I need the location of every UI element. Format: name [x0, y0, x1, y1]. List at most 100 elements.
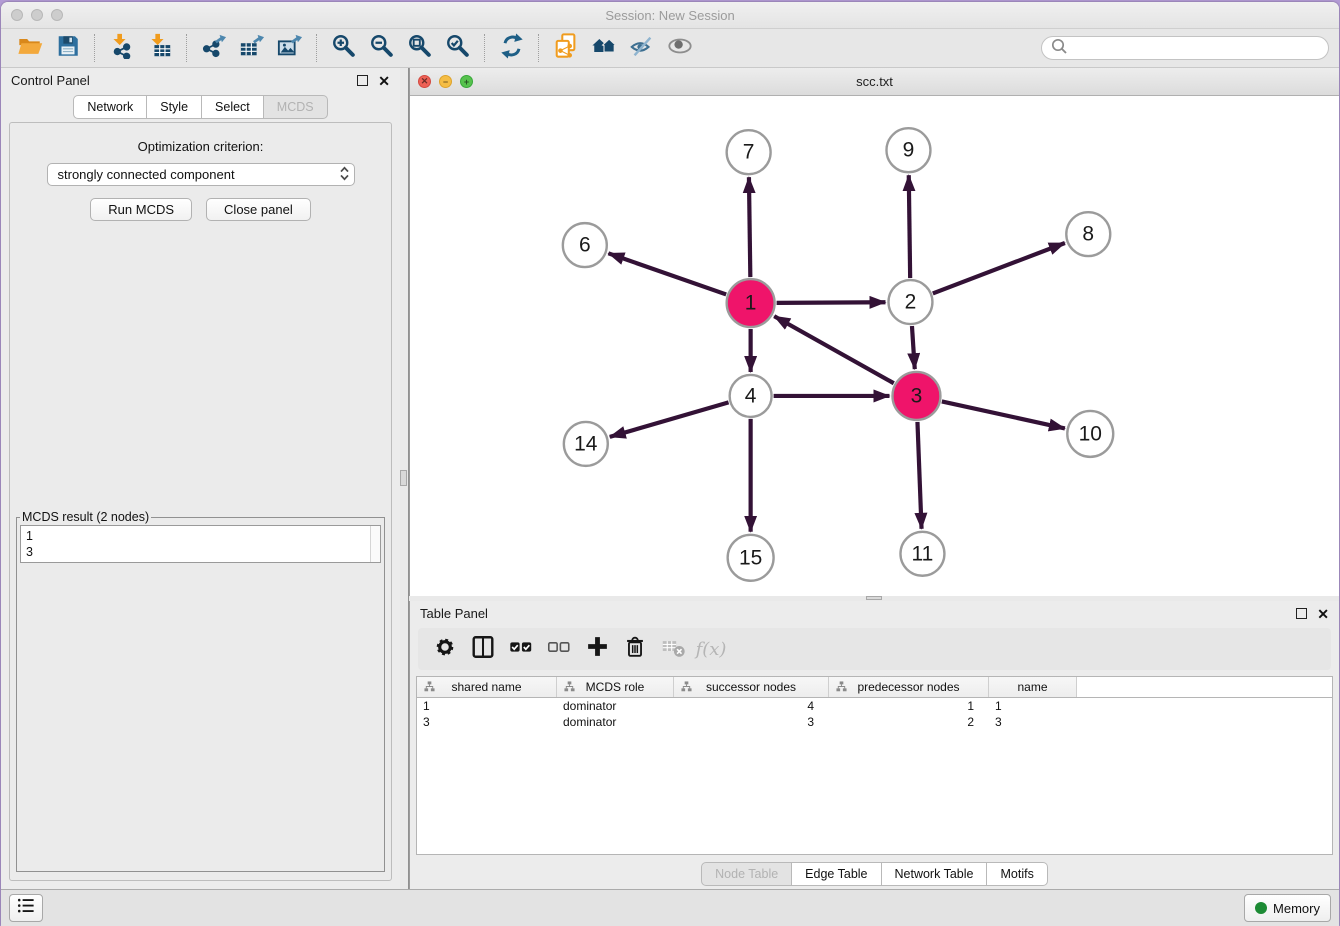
- hide-annotations-button[interactable]: [626, 32, 658, 64]
- graph-edge-1-7[interactable]: [749, 177, 750, 277]
- column-header-successor-nodes[interactable]: successor nodes: [674, 677, 829, 697]
- zoom-out-button[interactable]: [366, 32, 398, 64]
- gear-button[interactable]: [430, 634, 460, 664]
- graph-node-4[interactable]: 4: [730, 375, 772, 417]
- column-header-name[interactable]: name: [989, 677, 1077, 697]
- export-table-button[interactable]: [236, 32, 268, 64]
- cell-shared-name[interactable]: 1: [417, 698, 557, 714]
- memory-button[interactable]: Memory: [1244, 894, 1331, 922]
- save-session-button[interactable]: [52, 32, 84, 64]
- cell-shared-name[interactable]: 3: [417, 714, 557, 730]
- deselect-all-button[interactable]: [544, 634, 574, 664]
- graph-node-8[interactable]: 8: [1066, 212, 1110, 256]
- mcds-result-legend: MCDS result (2 nodes): [20, 510, 151, 524]
- graph-node-15[interactable]: 15: [728, 535, 774, 581]
- column-header-predecessor-nodes[interactable]: predecessor nodes: [829, 677, 989, 697]
- task-history-button[interactable]: [9, 894, 43, 922]
- zoom-fit-button[interactable]: [404, 32, 436, 64]
- result-scrollbar[interactable]: [370, 526, 380, 562]
- graph-edge-1-2[interactable]: [777, 302, 886, 303]
- tab-select[interactable]: Select: [202, 95, 264, 119]
- graph-node-14[interactable]: 14: [564, 422, 608, 466]
- cell-predecessor-nodes[interactable]: 1: [829, 698, 989, 714]
- graph-node-1[interactable]: 1: [727, 279, 775, 327]
- show-graphics-details-button[interactable]: [664, 32, 696, 64]
- vertical-splitter[interactable]: [400, 68, 409, 889]
- tab-network-table[interactable]: Network Table: [882, 862, 988, 886]
- network-canvas[interactable]: 7 9 6 8 1 2 4 3 14 10 15 11: [410, 96, 1339, 596]
- dropdown-stepper-icon: [339, 165, 350, 185]
- graph-edge-2-9[interactable]: [909, 175, 910, 278]
- graph-edge-2-3[interactable]: [912, 326, 915, 369]
- graph-node-3[interactable]: 3: [892, 372, 940, 420]
- splitter-grip[interactable]: [400, 470, 407, 486]
- close-panel-button[interactable]: Close panel: [206, 198, 311, 221]
- close-panel-icon[interactable]: ✕: [378, 74, 390, 88]
- search-box[interactable]: [1041, 36, 1329, 60]
- graph-node-9[interactable]: 9: [886, 128, 930, 172]
- export-network-button[interactable]: [198, 32, 230, 64]
- graph-edge-3-1[interactable]: [774, 316, 894, 383]
- graph-edge-2-8[interactable]: [933, 243, 1065, 293]
- gear-icon: [433, 635, 457, 664]
- select-all-button[interactable]: [506, 634, 536, 664]
- run-mcds-button[interactable]: Run MCDS: [90, 198, 192, 221]
- tab-node-table[interactable]: Node Table: [701, 862, 792, 886]
- refresh-button[interactable]: [496, 32, 528, 64]
- splitter-grip[interactable]: [866, 596, 882, 600]
- mcds-result-text[interactable]: 1 3: [21, 526, 370, 562]
- duplicate-network-icon: [553, 33, 579, 64]
- table-row[interactable]: 1dominator411: [417, 698, 1332, 714]
- graph-node-6[interactable]: 6: [563, 223, 607, 267]
- zoom-in-button[interactable]: [328, 32, 360, 64]
- network-view-window: ✕ − + scc.txt 7 9 6 8 1 2 4 3: [409, 68, 1339, 596]
- open-session-button[interactable]: [14, 32, 46, 64]
- import-table-button[interactable]: [144, 32, 176, 64]
- titlebar: Session: New Session: [1, 2, 1339, 29]
- graph-edge-1-6[interactable]: [608, 253, 726, 294]
- cell-successor-nodes[interactable]: 4: [674, 698, 829, 714]
- tab-network[interactable]: Network: [73, 95, 147, 119]
- svg-text:10: 10: [1079, 422, 1102, 445]
- graph-node-2[interactable]: 2: [888, 280, 932, 324]
- graph-node-10[interactable]: 10: [1067, 411, 1113, 457]
- zoom-selected-button[interactable]: [442, 32, 474, 64]
- delete-column-button[interactable]: [620, 634, 650, 664]
- network-graph[interactable]: 7 9 6 8 1 2 4 3 14 10 15 11: [410, 96, 1339, 596]
- tab-mcds[interactable]: MCDS: [264, 95, 328, 119]
- horizontal-splitter[interactable]: [409, 596, 1339, 601]
- status-bar: Memory: [1, 889, 1339, 926]
- table-row[interactable]: 3dominator323: [417, 714, 1332, 730]
- cell-MCDS-role[interactable]: dominator: [557, 698, 674, 714]
- cell-predecessor-nodes[interactable]: 2: [829, 714, 989, 730]
- cell-name[interactable]: 1: [989, 698, 1077, 714]
- float-panel-icon[interactable]: [357, 75, 368, 86]
- cell-name[interactable]: 3: [989, 714, 1077, 730]
- column-header-shared-name[interactable]: shared name: [417, 677, 557, 697]
- add-column-button[interactable]: [582, 634, 612, 664]
- svg-text:7: 7: [743, 141, 755, 164]
- column-header-MCDS-role[interactable]: MCDS role: [557, 677, 674, 697]
- export-image-button[interactable]: [274, 32, 306, 64]
- split-panel-button[interactable]: [468, 634, 498, 664]
- search-input[interactable]: [1073, 40, 1320, 56]
- cell-MCDS-role[interactable]: dominator: [557, 714, 674, 730]
- graph-edge-3-11[interactable]: [917, 422, 921, 529]
- cell-successor-nodes[interactable]: 3: [674, 714, 829, 730]
- import-network-button[interactable]: [106, 32, 138, 64]
- home-button[interactable]: [588, 32, 620, 64]
- close-table-panel-icon[interactable]: ✕: [1317, 607, 1329, 621]
- graph-node-11[interactable]: 11: [900, 532, 944, 576]
- optimization-label: Optimization criterion:: [10, 139, 391, 154]
- tab-edge-table[interactable]: Edge Table: [792, 862, 881, 886]
- tab-style[interactable]: Style: [147, 95, 202, 119]
- column-sort-icon: [836, 681, 847, 695]
- optimization-dropdown[interactable]: strongly connected component: [47, 163, 355, 186]
- tab-motifs[interactable]: Motifs: [987, 862, 1047, 886]
- duplicate-network-button[interactable]: [550, 32, 582, 64]
- graph-edge-4-14[interactable]: [610, 402, 729, 437]
- graph-node-7[interactable]: 7: [727, 130, 771, 174]
- graph-edge-3-10[interactable]: [942, 401, 1065, 428]
- float-table-panel-icon[interactable]: [1296, 608, 1307, 619]
- column-label: MCDS role: [586, 680, 645, 694]
